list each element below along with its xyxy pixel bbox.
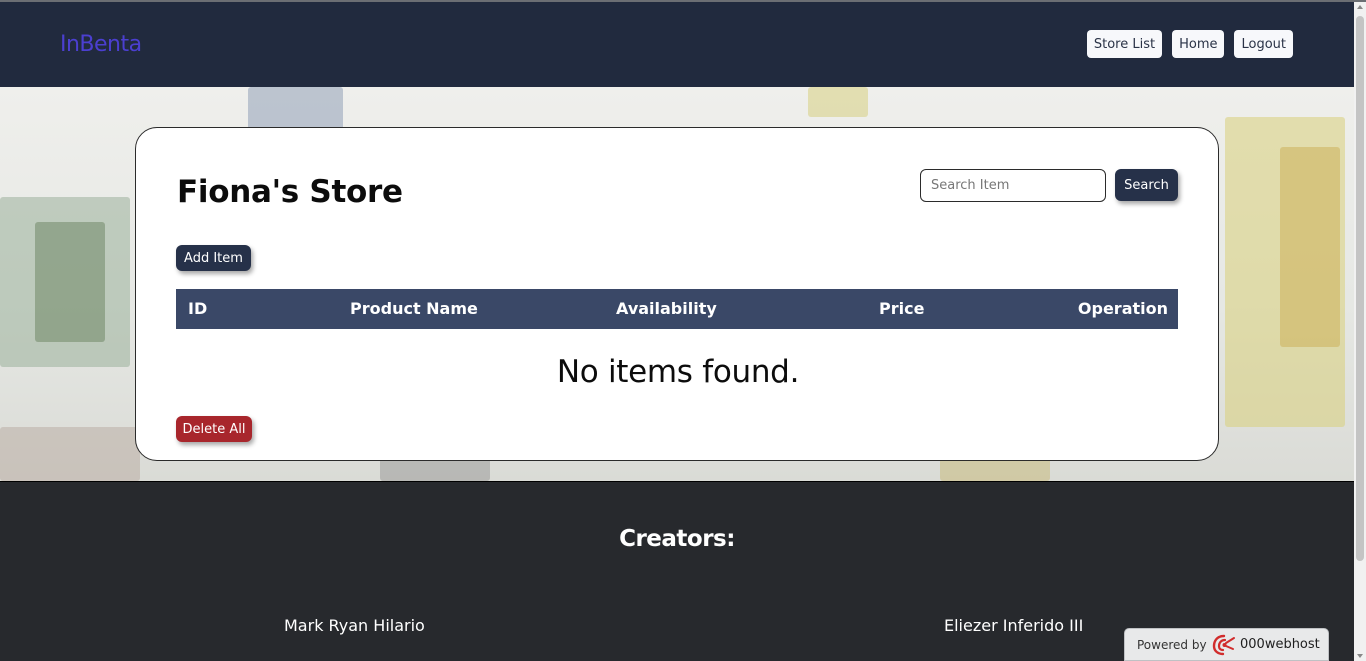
column-header-operation: Operation — [1077, 299, 1168, 318]
brand-logo[interactable]: InBenta — [60, 32, 142, 57]
scrollbar-thumb[interactable] — [1356, 16, 1364, 561]
column-header-product-name: Product Name — [350, 299, 478, 318]
bg-product-top-yellow — [808, 87, 868, 117]
column-header-availability: Availability — [616, 299, 717, 318]
search-button[interactable]: Search — [1115, 169, 1178, 201]
bg-product-top — [248, 87, 343, 132]
bg-bottles — [0, 427, 140, 481]
add-item-button[interactable]: Add Item — [176, 245, 251, 271]
page-scrollbar[interactable] — [1354, 2, 1366, 661]
creator-name: Mark Ryan Hilario — [284, 616, 425, 635]
search-input[interactable] — [920, 169, 1106, 202]
empty-message: No items found. — [556, 354, 800, 390]
creators-heading: Creators: — [619, 526, 735, 552]
home-button[interactable]: Home — [1172, 30, 1225, 58]
powered-by-badge[interactable]: Powered by 000webhost — [1124, 628, 1329, 661]
creator-name: Eliezer Inferido III — [944, 616, 1084, 635]
bg-product-right-inner — [1280, 147, 1340, 347]
bg-product-left — [35, 222, 105, 342]
scroll-down-arrow-icon[interactable] — [1357, 654, 1363, 658]
powered-by-label: Powered by — [1137, 638, 1207, 652]
navbar: InBenta Store List Home Logout — [0, 2, 1354, 87]
delete-all-button[interactable]: Delete All — [176, 416, 252, 442]
store-title: Fiona's Store — [177, 174, 403, 210]
column-header-id: ID — [188, 299, 208, 318]
nav-buttons: Store List Home Logout — [1086, 30, 1293, 58]
store-list-button[interactable]: Store List — [1086, 30, 1163, 58]
webhost-name: 000webhost — [1240, 637, 1320, 652]
webhost-logo-icon — [1212, 634, 1236, 656]
logout-button[interactable]: Logout — [1234, 30, 1293, 58]
store-card: Fiona's Store Search Add Item ID Product… — [135, 127, 1219, 461]
scroll-up-arrow-icon[interactable] — [1357, 5, 1363, 9]
column-header-price: Price — [879, 299, 925, 318]
table-header: ID Product Name Availability Price Opera… — [176, 289, 1178, 329]
